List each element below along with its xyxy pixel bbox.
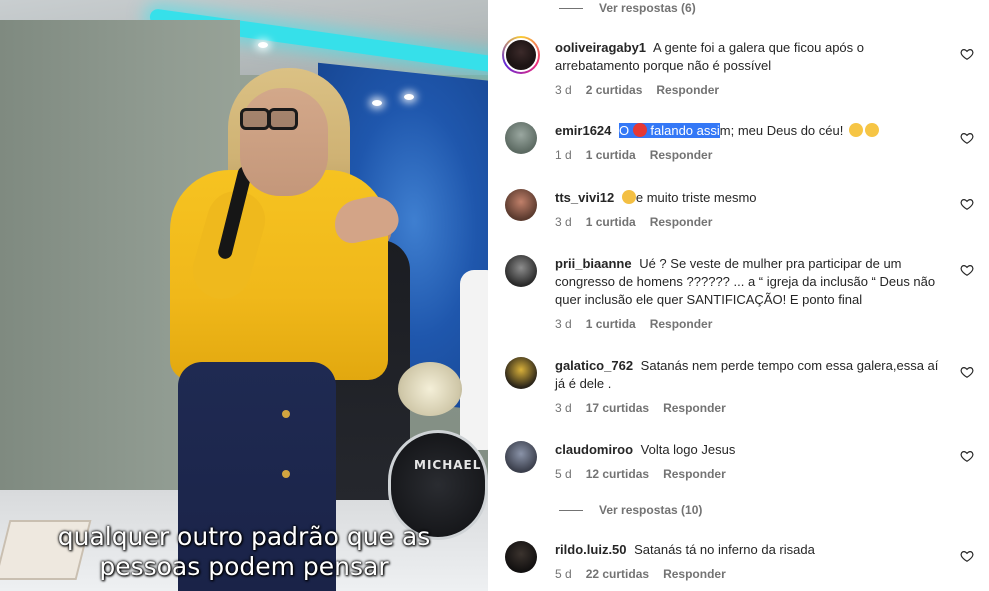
comment-likes[interactable]: 1 curtida bbox=[586, 215, 636, 229]
comment-time: 3 d bbox=[555, 215, 572, 229]
avatar[interactable] bbox=[505, 441, 537, 473]
comment-meta: 3 d 1 curtida Responder bbox=[555, 317, 712, 331]
comment-meta: 3 d 2 curtidas Responder bbox=[555, 83, 719, 97]
comment-body: claudomiroo Volta logo Jesus bbox=[555, 441, 945, 459]
reply-button[interactable]: Responder bbox=[650, 317, 713, 331]
comment-time: 3 d bbox=[555, 401, 572, 415]
comment-likes[interactable]: 12 curtidas bbox=[586, 467, 649, 481]
comment-likes[interactable]: 17 curtidas bbox=[586, 401, 649, 415]
avatar[interactable] bbox=[505, 541, 537, 573]
view-replies-button[interactable]: Ver respostas (10) bbox=[559, 501, 702, 519]
drum-cymbal bbox=[398, 362, 462, 416]
comment-username[interactable]: ooliveiragaby1 bbox=[555, 40, 646, 55]
heart-icon[interactable] bbox=[960, 197, 974, 211]
glasses bbox=[240, 108, 270, 130]
comment-body: ooliveiragaby1 A gente foi a galera que … bbox=[555, 39, 945, 75]
comment-meta: 1 d 1 curtida Responder bbox=[555, 148, 712, 162]
skirt-button bbox=[282, 470, 290, 478]
ceiling-light bbox=[372, 100, 382, 106]
comment-text-rest: m; meu Deus do céu! bbox=[719, 123, 844, 138]
heart-icon[interactable] bbox=[960, 131, 974, 145]
speaker-face bbox=[240, 88, 328, 196]
comment-body: galatico_762 Satanás nem perde tempo com… bbox=[555, 357, 945, 393]
comment-body: rildo.luiz.50 Satanás tá no inferno da r… bbox=[555, 541, 945, 559]
comment-time: 5 d bbox=[555, 467, 572, 481]
devil-emoji-icon bbox=[632, 123, 647, 137]
sad-emoji-icon bbox=[621, 190, 636, 204]
reply-button[interactable]: Responder bbox=[650, 215, 713, 229]
comment-username[interactable]: prii_biaanne bbox=[555, 256, 632, 271]
comment-likes[interactable]: 1 curtida bbox=[586, 317, 636, 331]
heart-icon[interactable] bbox=[960, 365, 974, 379]
comment-text: Volta logo Jesus bbox=[640, 442, 736, 457]
comment-username[interactable]: emir1624 bbox=[555, 123, 611, 138]
comment-meta: 5 d 22 curtidas Responder bbox=[555, 567, 726, 581]
reply-button[interactable]: Responder bbox=[663, 467, 726, 481]
heart-icon[interactable] bbox=[960, 263, 974, 277]
avatar[interactable] bbox=[505, 357, 537, 389]
divider-line bbox=[559, 509, 583, 511]
comment-time: 3 d bbox=[555, 83, 572, 97]
selected-text: O falando assi bbox=[619, 123, 720, 138]
heart-icon[interactable] bbox=[960, 449, 974, 463]
view-replies-button[interactable]: Ver respostas (6) bbox=[559, 0, 696, 17]
avatar[interactable] bbox=[502, 36, 540, 74]
caption-line: pessoas podem pensar bbox=[99, 552, 389, 581]
comment-username[interactable]: claudomiroo bbox=[555, 442, 633, 457]
comments-panel: Ver respostas (6) ooliveiragaby1 A gente… bbox=[488, 0, 989, 591]
avatar[interactable] bbox=[505, 189, 537, 221]
view-replies-label: Ver respostas (6) bbox=[599, 1, 696, 15]
video-caption: qualquer outro padrão que as pessoas pod… bbox=[0, 522, 488, 582]
comment-time: 1 d bbox=[555, 148, 572, 162]
divider-line bbox=[559, 7, 583, 9]
caption-line: qualquer outro padrão que as bbox=[57, 522, 431, 551]
heart-icon[interactable] bbox=[960, 47, 974, 61]
comment-meta: 3 d 1 curtida Responder bbox=[555, 215, 712, 229]
background-person-right bbox=[460, 270, 488, 450]
ceiling-light bbox=[258, 42, 268, 48]
reply-button[interactable]: Responder bbox=[656, 83, 719, 97]
comment-likes[interactable]: 1 curtida bbox=[586, 148, 636, 162]
comment-meta: 3 d 17 curtidas Responder bbox=[555, 401, 726, 415]
comment-text: e muito triste mesmo bbox=[635, 190, 757, 205]
comment-time: 3 d bbox=[555, 317, 572, 331]
video-player[interactable]: MICHAEL qualquer outro padrão que as pes… bbox=[0, 0, 488, 591]
laughing-emoji-icon bbox=[848, 123, 863, 137]
skirt-button bbox=[282, 410, 290, 418]
laughing-emoji-icon bbox=[864, 123, 879, 137]
comment-text: Satanás tá no inferno da risada bbox=[634, 542, 815, 557]
comment-username[interactable]: galatico_762 bbox=[555, 358, 633, 373]
heart-icon[interactable] bbox=[960, 549, 974, 563]
comment-username[interactable]: rildo.luiz.50 bbox=[555, 542, 627, 557]
comment-body: tts_vivi12 e muito triste mesmo bbox=[555, 189, 945, 207]
avatar[interactable] bbox=[505, 255, 537, 287]
avatar[interactable] bbox=[505, 122, 537, 154]
comment-body: prii_biaanne Ué ? Se veste de mulher pra… bbox=[555, 255, 945, 309]
comment-body: emir1624 O falando assim; meu Deus do cé… bbox=[555, 122, 945, 140]
reply-button[interactable]: Responder bbox=[650, 148, 713, 162]
glasses bbox=[268, 108, 298, 130]
comment-time: 5 d bbox=[555, 567, 572, 581]
comment-likes[interactable]: 22 curtidas bbox=[586, 567, 649, 581]
reply-button[interactable]: Responder bbox=[663, 567, 726, 581]
drum-label: MICHAEL bbox=[414, 458, 482, 472]
view-replies-label: Ver respostas (10) bbox=[599, 503, 703, 517]
comment-username[interactable]: tts_vivi12 bbox=[555, 190, 614, 205]
comment-text-pre: O bbox=[619, 123, 630, 138]
comment-text-highlight: falando assi bbox=[650, 123, 720, 138]
comment-meta: 5 d 12 curtidas Responder bbox=[555, 467, 726, 481]
comment-likes[interactable]: 2 curtidas bbox=[586, 83, 643, 97]
reply-button[interactable]: Responder bbox=[663, 401, 726, 415]
ceiling-light bbox=[404, 94, 414, 100]
